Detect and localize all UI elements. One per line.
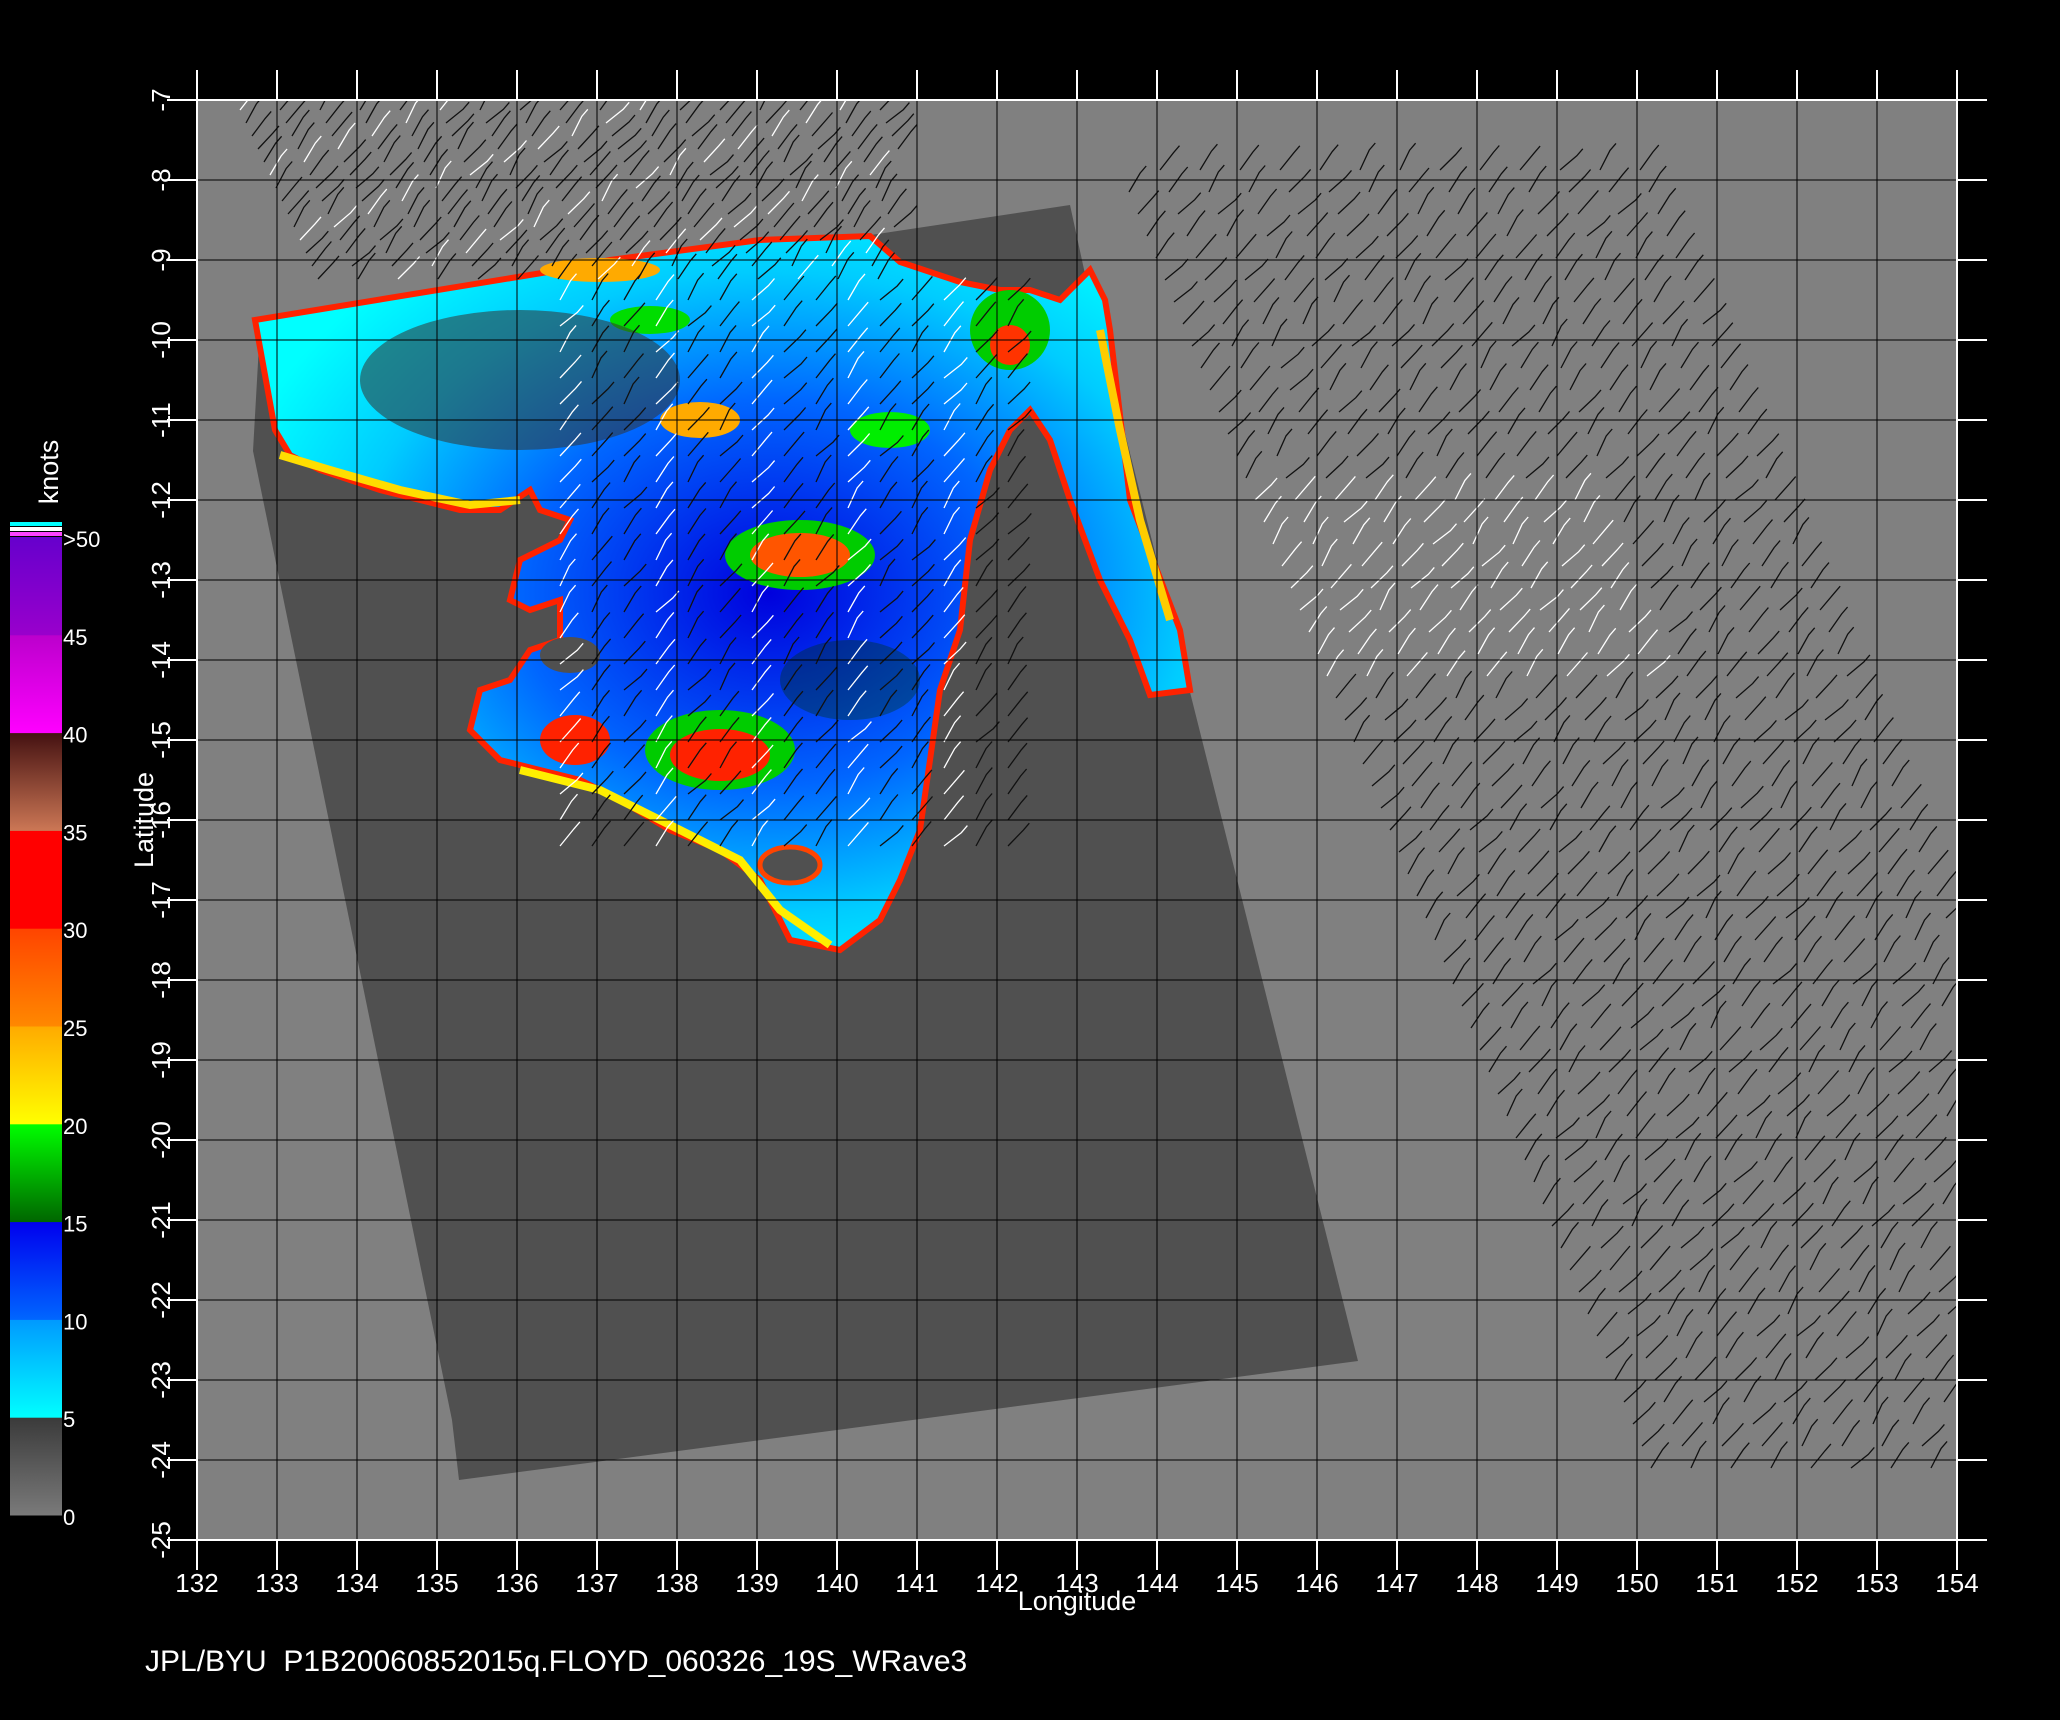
x-tick-label: 152: [1775, 1568, 1818, 1598]
colorbar-tick-label: 45: [63, 625, 87, 650]
y-tick-label: -18: [146, 961, 176, 999]
x-tick-label: 136: [495, 1568, 538, 1598]
x-tick-label: 144: [1135, 1568, 1178, 1598]
colorbar-segment: [10, 1319, 62, 1418]
x-tick-label: 142: [975, 1568, 1018, 1598]
colorbar-tick-label: 20: [63, 1114, 87, 1139]
x-tick-label: 140: [815, 1568, 858, 1598]
x-axis-title: Longitude: [1018, 1586, 1137, 1616]
x-tick-label: 147: [1375, 1568, 1418, 1598]
x-tick-label: 148: [1455, 1568, 1498, 1598]
colorbar-title: knots: [34, 440, 64, 505]
colorbar-segment: [10, 537, 62, 636]
x-tick-label: 145: [1215, 1568, 1258, 1598]
colorbar-cap-stripe: [10, 522, 62, 526]
y-tick-label: -10: [146, 321, 176, 359]
y-tick-label: -7: [146, 88, 176, 111]
x-tick-label: 149: [1535, 1568, 1578, 1598]
colorbar-tick-label: 25: [63, 1016, 87, 1041]
y-tick-label: -19: [146, 1041, 176, 1079]
x-tick-label: 141: [895, 1568, 938, 1598]
y-tick-label: -24: [146, 1441, 176, 1479]
x-tick-label: 154: [1935, 1568, 1978, 1598]
x-tick-label: 146: [1295, 1568, 1338, 1598]
colorbar-segment: [10, 830, 62, 929]
colorbar-tick-label: 10: [63, 1309, 87, 1334]
y-tick-label: -9: [146, 248, 176, 271]
y-tick-label: -11: [146, 402, 176, 438]
colorbar-tick-label: 40: [63, 723, 87, 748]
colorbar-tick-label: >50: [63, 527, 100, 552]
y-axis-title: Latitude: [129, 772, 159, 868]
x-tick-label: 139: [735, 1568, 778, 1598]
colorbar-tick-label: 5: [63, 1407, 75, 1432]
y-tick-label: -21: [146, 1201, 176, 1239]
colorbar-tick-label: 15: [63, 1212, 87, 1237]
y-tick-label: -22: [146, 1281, 176, 1319]
x-tick-label: 133: [255, 1568, 298, 1598]
y-tick-label: -23: [146, 1361, 176, 1399]
colorbar-segment: [10, 634, 62, 734]
x-tick-label: 132: [175, 1568, 218, 1598]
x-tick-label: 135: [415, 1568, 458, 1598]
y-tick-label: -25: [146, 1521, 176, 1559]
wind-map-figure: 132 133 134 135 136 137 138 139 140 141 142 143 144 1…: [10, 70, 1987, 1616]
footer-caption: JPL/BYU P1B20060852015q.FLOYD_060326_19S…: [145, 1645, 968, 1678]
colorbar-tick-label: 0: [63, 1505, 75, 1530]
x-tick-label: 153: [1855, 1568, 1898, 1598]
colorbar-segment: [10, 928, 62, 1027]
colorbar: 0 5 10 15 20 25 30 35 40 45 >50: [10, 522, 100, 1530]
colorbar-segment: [10, 1026, 62, 1125]
y-tick-label: -20: [146, 1121, 176, 1159]
colorbar-tick-label: 30: [63, 918, 87, 943]
y-tick-label: -14: [146, 641, 176, 679]
colorbar-segment: [10, 732, 62, 831]
y-tick-label: -8: [146, 168, 176, 191]
x-tick-label: 150: [1615, 1568, 1658, 1598]
colorbar-segment: [10, 1123, 62, 1223]
x-tick-label: 134: [335, 1568, 378, 1598]
colorbar-segment: [10, 1221, 62, 1320]
x-tick-label: 138: [655, 1568, 698, 1598]
colorbar-segment: [10, 1417, 62, 1516]
colorbar-tick-label: 35: [63, 820, 87, 845]
colorbar-cap-stripe: [10, 532, 62, 536]
y-tick-label: -12: [146, 481, 176, 519]
y-tick-label: -15: [146, 721, 176, 759]
y-tick-label: -17: [146, 881, 176, 919]
y-tick-label: -13: [146, 561, 176, 599]
colorbar-cap-stripe: [10, 527, 62, 531]
x-tick-label: 151: [1695, 1568, 1738, 1598]
x-tick-label: 137: [575, 1568, 618, 1598]
